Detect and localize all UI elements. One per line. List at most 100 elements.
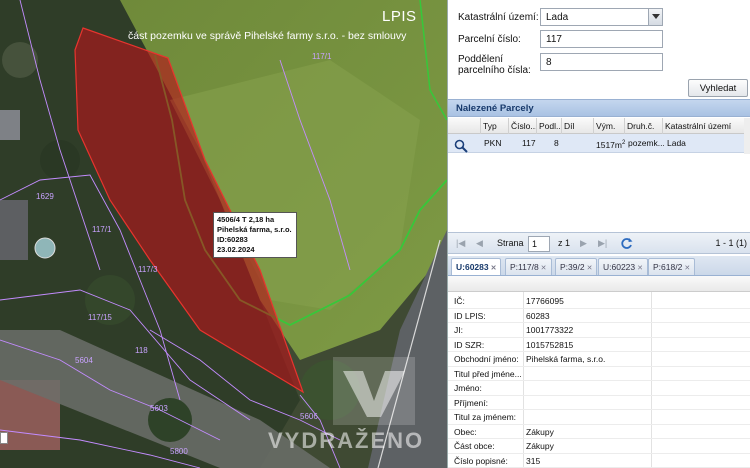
col-header[interactable]: Katastrální území xyxy=(663,118,745,134)
page-input[interactable]: 1 xyxy=(528,236,550,252)
prev-page-icon[interactable]: ◀ xyxy=(476,238,483,249)
detail-value: 17766095 xyxy=(526,296,564,306)
detail-row: Jméno: xyxy=(448,381,750,396)
detail-value: 60283 xyxy=(526,310,550,321)
detail-value: Zákupy xyxy=(526,441,554,451)
detail-row: Číslo popisné: 315 xyxy=(448,454,750,468)
tab-u-60223[interactable]: U:60223 ✕ xyxy=(598,258,649,275)
detail-value: 1015752815 xyxy=(526,339,574,350)
info-line: 23.02.2024 xyxy=(217,245,255,254)
close-icon[interactable]: ✕ xyxy=(637,265,643,272)
tab-label: U:60283 xyxy=(456,262,489,272)
poddeleni-label: Poddělení parcelního čísla: xyxy=(458,54,531,76)
next-page-icon[interactable]: ▶ xyxy=(580,238,587,249)
detail-label: Obchodní jméno: xyxy=(454,354,519,364)
parcel-label: 117/1 xyxy=(92,225,112,234)
map-subtitle: část pozemku ve správě Pihelské farmy s.… xyxy=(128,30,407,42)
poddeleni-label-line: parcelního čísla: xyxy=(458,65,531,76)
close-icon[interactable]: ✕ xyxy=(541,265,547,272)
detail-row: Obec: Zákupy xyxy=(448,425,750,439)
cell-dil xyxy=(564,134,568,153)
cell-kat: Lada xyxy=(667,138,686,148)
last-page-icon[interactable]: ▶| xyxy=(598,238,607,249)
page-of-label: z 1 xyxy=(558,238,571,248)
col-header[interactable]: Druh.č. xyxy=(625,118,663,134)
tab-label: P:117/8 xyxy=(510,262,539,272)
detail-label: Část obce: xyxy=(454,441,495,451)
col-header[interactable]: Vým. xyxy=(594,118,625,134)
page-range: 1 - 1 (1) xyxy=(715,238,747,248)
parcel-label: 5606 xyxy=(300,412,318,421)
cell-druh: pozemk... xyxy=(628,138,664,148)
detail-tabs: U:60283 ✕ P:117/8 ✕ P:39/2 ✕ U:60223 ✕ P:618… xyxy=(448,256,750,276)
refresh-icon[interactable] xyxy=(620,237,633,253)
detail-row: Příjmení: xyxy=(448,396,750,410)
kat-uzemi-label: Katastrální území: xyxy=(458,12,539,23)
detail-grid: IČ: 17766095 ID LPIS: 60283 JI: 1001773322 ID … xyxy=(448,276,750,468)
search-icon[interactable] xyxy=(452,135,470,154)
detail-value: 315 xyxy=(526,455,541,466)
kat-uzemi-select[interactable]: Lada xyxy=(540,8,663,26)
tab-p-117-8[interactable]: P:117/8 ✕ xyxy=(505,258,552,275)
page-label: Strana xyxy=(497,238,524,248)
parcel-label: 117/15 xyxy=(88,313,112,322)
tab-label: P:39/2 xyxy=(560,262,585,272)
vymera-sup: 2 xyxy=(622,140,626,147)
detail-value: Zákupy xyxy=(526,426,554,437)
watermark-logo-icon xyxy=(333,357,415,425)
detail-label: Příjmení: xyxy=(454,397,489,408)
map-view[interactable]: LPIS část pozemku ve správě Pihelské far… xyxy=(0,0,447,468)
map-title: LPIS xyxy=(382,8,417,25)
detail-row: IČ: 17766095 xyxy=(448,294,750,309)
zoom-control-icon[interactable] xyxy=(0,432,8,444)
detail-row: Titul před jméne... xyxy=(448,367,750,381)
poddeleni-label-line: Poddělení xyxy=(458,54,504,65)
info-line: ID:60283 xyxy=(217,235,248,244)
col-header[interactable]: Díl xyxy=(562,118,594,134)
detail-value: 1001773322 xyxy=(526,325,574,335)
search-panel: Katastrální území: Lada Parcelní číslo: … xyxy=(447,0,750,468)
tab-p-39-2[interactable]: P:39/2 ✕ xyxy=(555,258,598,275)
close-icon[interactable]: ✕ xyxy=(491,265,497,272)
watermark-text: VYDRAŽENO xyxy=(268,428,425,453)
detail-header xyxy=(448,276,750,292)
tab-u-60283[interactable]: U:60283 ✕ xyxy=(451,258,502,275)
parcel-label: 5603 xyxy=(150,404,168,413)
cell-typ: PKN xyxy=(484,138,502,148)
first-page-icon[interactable]: |◀ xyxy=(456,238,465,249)
close-icon[interactable]: ✕ xyxy=(587,265,593,272)
detail-label: Titul za jménem: xyxy=(454,412,517,422)
kat-uzemi-value: Lada xyxy=(546,12,569,23)
detail-label: JI: xyxy=(454,325,463,335)
detail-label: IČ: xyxy=(454,296,465,306)
results-scrollbar[interactable] xyxy=(744,118,750,154)
detail-value: Pihelská farma, s.r.o. xyxy=(526,354,606,364)
detail-row: JI: 1001773322 xyxy=(448,323,750,338)
info-line: Pihelská farma, s.r.o. xyxy=(217,225,292,234)
detail-label: ID LPIS: xyxy=(454,310,486,321)
pager: |◀ ◀ Strana 1 z 1 ▶ ▶| 1 - 1 (1) xyxy=(448,232,750,254)
col-header[interactable]: Typ xyxy=(481,118,509,134)
detail-label: ID SZR: xyxy=(454,339,485,350)
chevron-down-icon[interactable] xyxy=(648,9,662,25)
parcel-label: 117/1 xyxy=(312,52,332,61)
parcel-label: 117/3 xyxy=(138,265,158,274)
parcel-label: 118 xyxy=(135,346,148,355)
table-row[interactable]: PKN 117 8 1517m2 pozemk... Lada xyxy=(448,134,745,153)
detail-row: ID SZR: 1015752815 xyxy=(448,338,750,352)
col-icon xyxy=(448,118,481,134)
results-header: Typ Číslo... Podl... Díl Vým. Druh.č. Ka… xyxy=(448,118,750,134)
tab-p-618-2[interactable]: P:618/2 ✕ xyxy=(648,258,696,275)
search-button[interactable]: Vyhledat xyxy=(688,79,748,97)
poddeleni-input[interactable]: 8 xyxy=(540,53,663,71)
parcel-label: 5800 xyxy=(170,447,188,456)
detail-row: Část obce: Zákupy xyxy=(448,439,750,454)
parcel-label: 5604 xyxy=(75,356,93,365)
detail-label: Obec: xyxy=(454,426,477,437)
tab-label: P:618/2 xyxy=(653,262,683,272)
col-header[interactable]: Číslo... xyxy=(509,118,537,134)
parcelni-cislo-input[interactable]: 117 xyxy=(540,30,663,48)
col-header[interactable]: Podl... xyxy=(537,118,562,134)
detail-label: Číslo popisné: xyxy=(454,455,508,466)
close-icon[interactable]: ✕ xyxy=(684,265,690,272)
